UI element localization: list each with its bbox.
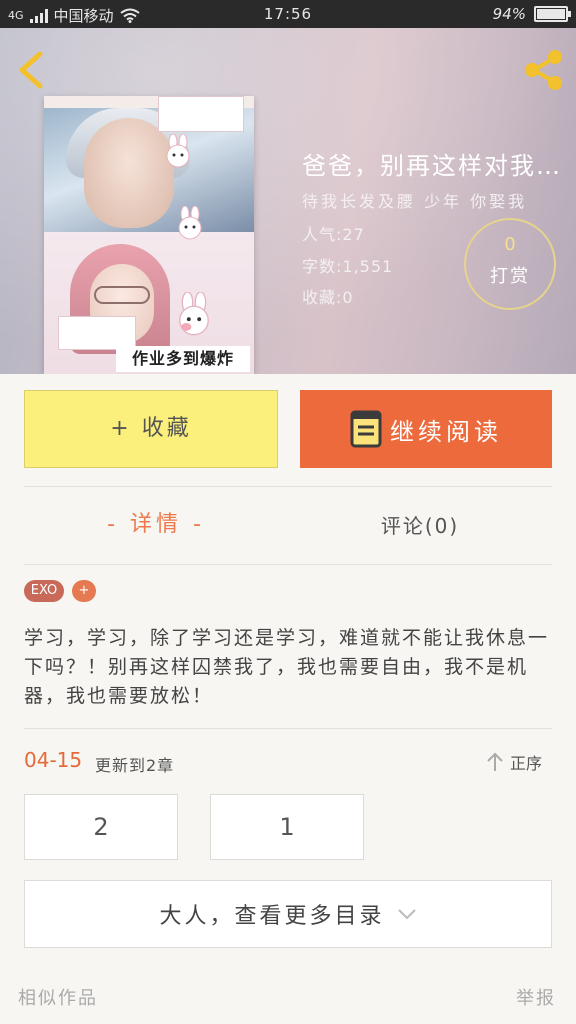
view-more-catalog-label: 大人，查看更多目录 bbox=[159, 904, 385, 929]
continue-reading-label: 继续阅读 bbox=[390, 417, 502, 446]
tab-detail[interactable]: - 详情 - bbox=[24, 506, 288, 538]
book-description: 学习，学习，除了学习还是学习，难道就不能让我休息一下吗？！别再这样囚禁我了，我也… bbox=[24, 627, 550, 707]
divider bbox=[24, 564, 552, 565]
book-title: 爸爸，别再这样对我… bbox=[302, 152, 562, 180]
favorites-stat: 收藏:0 bbox=[302, 288, 354, 307]
tip-button[interactable]: 0 打赏 bbox=[464, 218, 556, 310]
update-date: 04-15 bbox=[24, 748, 83, 772]
bunny-sticker-3-icon bbox=[179, 292, 209, 336]
book-icon bbox=[350, 410, 382, 448]
share-icon[interactable] bbox=[522, 48, 566, 92]
sort-order-toggle[interactable]: 正序 bbox=[486, 750, 542, 774]
continue-reading-button[interactable]: 继续阅读 bbox=[300, 390, 552, 468]
cover-note-card bbox=[158, 96, 244, 132]
battery-level bbox=[537, 9, 566, 19]
divider bbox=[24, 728, 552, 729]
book-header: 作业多到爆炸 爸爸，别再这样对我… 待我长发及腰 少年 你娶我 人气:27 字数… bbox=[0, 28, 576, 374]
back-arrow-icon[interactable] bbox=[14, 50, 50, 90]
arrow-up-icon bbox=[487, 752, 503, 771]
cover-caption: 作业多到爆炸 bbox=[116, 346, 250, 372]
bunny-sticker-2-icon bbox=[178, 206, 202, 240]
add-tag-button[interactable]: + bbox=[72, 580, 96, 602]
update-status: 更新到2章 bbox=[95, 756, 175, 775]
add-favorite-button[interactable]: + 收藏 bbox=[24, 390, 278, 468]
cover-glasses bbox=[94, 286, 150, 304]
battery-icon bbox=[534, 6, 571, 22]
book-cover[interactable]: 作业多到爆炸 bbox=[44, 96, 254, 374]
book-subtitle: 待我长发及腰 少年 你娶我 bbox=[302, 192, 528, 211]
chapter-item[interactable]: 1 bbox=[210, 794, 364, 860]
chevron-down-icon bbox=[397, 909, 416, 920]
similar-works-heading: 相似作品 bbox=[18, 988, 98, 1009]
tab-comments[interactable]: 评论(0) bbox=[288, 510, 552, 539]
status-bar: 4G 中国移动 17:56 94% bbox=[0, 0, 576, 28]
status-right: 94% bbox=[492, 5, 571, 23]
cover-face bbox=[84, 118, 174, 228]
clock: 17:56 bbox=[263, 5, 313, 23]
tag-exo[interactable]: EXO bbox=[24, 580, 64, 602]
battery-percent: 94% bbox=[492, 5, 526, 23]
popularity-stat: 人气:27 bbox=[302, 225, 365, 244]
tip-label: 打赏 bbox=[490, 266, 530, 287]
cover-note-card-2 bbox=[58, 316, 136, 350]
report-link[interactable]: 举报 bbox=[516, 984, 556, 1010]
bunny-sticker-icon bbox=[166, 134, 190, 168]
view-more-catalog-button[interactable]: 大人，查看更多目录 bbox=[24, 880, 552, 948]
tip-count: 0 bbox=[504, 234, 516, 255]
chapter-item[interactable]: 2 bbox=[24, 794, 178, 860]
divider bbox=[24, 486, 552, 487]
word-count-stat: 字数:1,551 bbox=[302, 257, 394, 276]
sort-order-label: 正序 bbox=[510, 754, 543, 773]
